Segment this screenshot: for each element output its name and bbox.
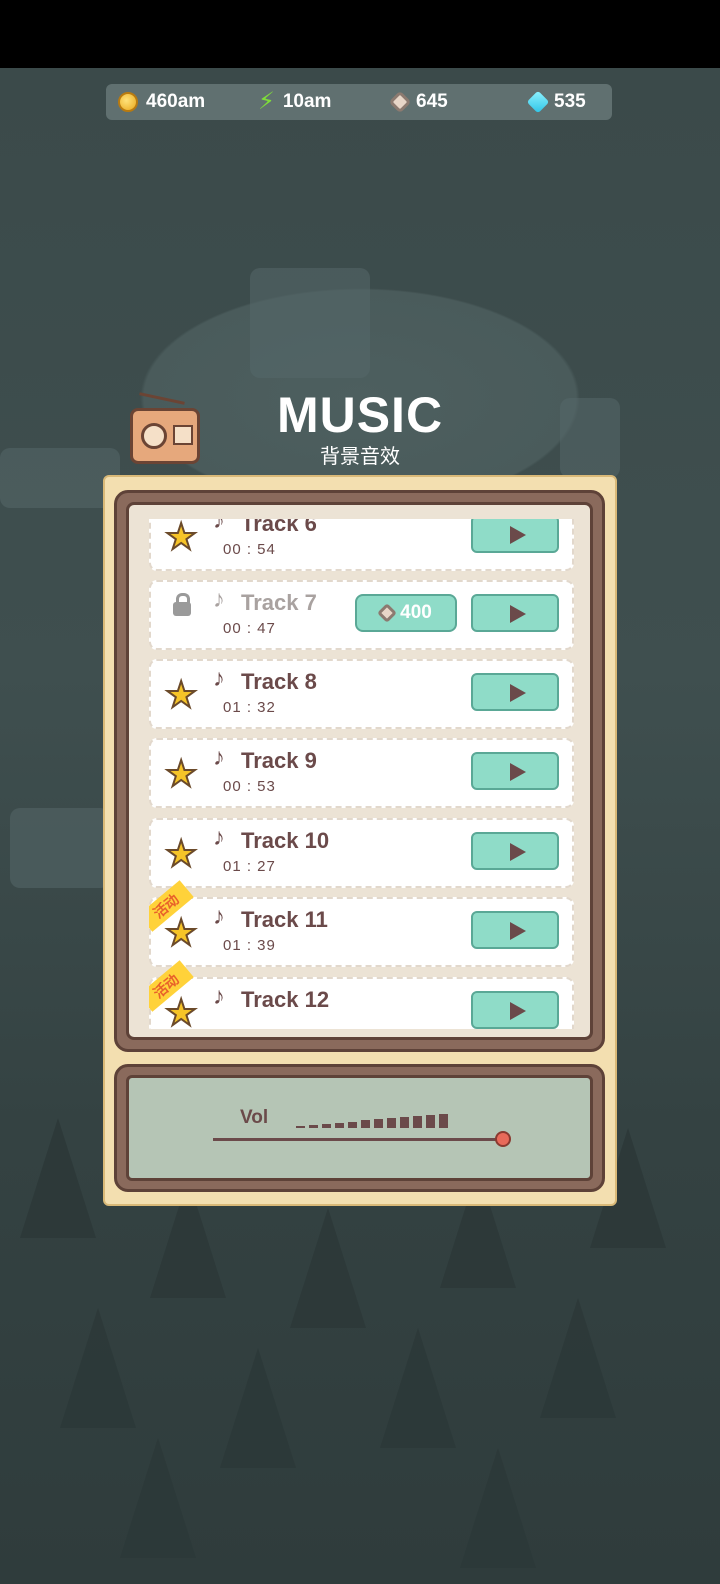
track-duration: 01 : 39 bbox=[223, 937, 276, 954]
track-name: Track 10 bbox=[241, 828, 330, 853]
coins-value: 460am bbox=[146, 91, 206, 112]
play-icon bbox=[510, 763, 526, 781]
resource-gems: 535 bbox=[526, 84, 586, 120]
volume-label: Vol bbox=[240, 1107, 269, 1128]
play-icon bbox=[510, 1002, 526, 1020]
energy-bolt-icon: ⚡ bbox=[258, 88, 275, 115]
track-row[interactable]: ★ ♪ Track 9 00 : 53 bbox=[149, 738, 574, 808]
music-note-icon: ♪ bbox=[213, 665, 225, 692]
unlock-price: 400 bbox=[400, 602, 432, 623]
track-row[interactable]: ★ 活动 ♪ Track 12 bbox=[149, 960, 574, 1030]
lock-icon bbox=[173, 593, 191, 616]
page-title: MUSIC bbox=[276, 387, 444, 443]
play-button[interactable] bbox=[471, 594, 559, 632]
music-note-icon: ♪ bbox=[213, 903, 225, 930]
play-icon bbox=[510, 605, 526, 623]
music-note-icon: ♪ bbox=[213, 586, 225, 613]
track-row[interactable]: ★ ♪ Track 10 01 : 27 bbox=[149, 818, 574, 888]
star-icon: ★ bbox=[164, 912, 198, 953]
resource-nuts: 645 bbox=[388, 84, 448, 120]
volume-slider-knob[interactable] bbox=[495, 1131, 511, 1147]
background-hut bbox=[10, 808, 110, 888]
gem-icon bbox=[526, 90, 550, 114]
track-row[interactable]: ★ ♪ Track 8 01 : 32 bbox=[149, 659, 574, 729]
star-icon: ★ bbox=[164, 753, 198, 794]
music-note-icon: ♪ bbox=[213, 744, 225, 771]
track-list[interactable]: ★ ♪ Track 6 00 : 54 ♪ Track 7 00 : 47 40… bbox=[126, 502, 593, 1040]
play-button[interactable] bbox=[471, 519, 559, 553]
volume-panel bbox=[126, 1075, 593, 1181]
resource-coins: 460am bbox=[118, 84, 205, 120]
track-row[interactable]: ♪ Track 7 00 : 47 400 bbox=[149, 580, 574, 650]
background-prop bbox=[0, 448, 120, 508]
radio-icon bbox=[130, 392, 200, 464]
background-tree bbox=[220, 1348, 296, 1468]
play-button[interactable] bbox=[471, 991, 559, 1029]
background-tree bbox=[20, 1118, 96, 1238]
energy-value: 10am bbox=[282, 91, 332, 112]
play-icon bbox=[510, 843, 526, 861]
track-row[interactable]: ★ 活动 ♪ Track 11 01 : 39 bbox=[149, 880, 574, 967]
track-name: Track 9 bbox=[241, 748, 317, 773]
background-tree bbox=[60, 1308, 136, 1428]
coin-icon bbox=[118, 92, 138, 112]
play-button[interactable] bbox=[471, 832, 559, 870]
track-duration: 01 : 27 bbox=[223, 858, 276, 875]
play-icon bbox=[510, 684, 526, 702]
play-icon bbox=[510, 922, 526, 940]
track-duration: 01 : 32 bbox=[223, 699, 276, 716]
play-button[interactable] bbox=[471, 673, 559, 711]
background-tree bbox=[290, 1208, 366, 1328]
gems-value: 535 bbox=[554, 91, 586, 112]
star-icon: ★ bbox=[164, 519, 198, 557]
track-duration: 00 : 47 bbox=[223, 620, 276, 637]
track-row[interactable]: ★ ♪ Track 6 00 : 54 bbox=[149, 519, 574, 571]
nuts-value: 645 bbox=[416, 91, 448, 112]
track-name: Track 12 bbox=[241, 987, 330, 1012]
unlock-price-button[interactable]: 400 bbox=[355, 594, 457, 632]
play-button[interactable] bbox=[471, 911, 559, 949]
play-icon bbox=[510, 526, 526, 544]
track-name: Track 6 bbox=[241, 519, 317, 536]
track-duration: 00 : 54 bbox=[223, 541, 276, 558]
track-name: Track 8 bbox=[241, 669, 317, 694]
volume-slider-track[interactable] bbox=[213, 1138, 503, 1141]
track-name: Track 7 bbox=[241, 590, 317, 615]
resource-energy: ⚡ 10am bbox=[258, 84, 331, 120]
background-claw-machine bbox=[560, 398, 620, 478]
music-note-icon: ♪ bbox=[213, 824, 225, 851]
star-icon: ★ bbox=[164, 833, 198, 874]
nut-icon bbox=[377, 603, 398, 623]
volume-level-bars bbox=[296, 1108, 448, 1128]
page-subtitle: 背景音效 bbox=[320, 446, 400, 468]
background-pot bbox=[250, 268, 370, 378]
background-tree bbox=[540, 1298, 616, 1418]
track-name: Track 11 bbox=[241, 907, 328, 932]
background-tree bbox=[120, 1438, 196, 1558]
music-note-icon: ♪ bbox=[213, 983, 225, 1010]
background-tree bbox=[460, 1448, 536, 1568]
track-duration: 00 : 53 bbox=[223, 778, 276, 795]
music-note-icon: ♪ bbox=[213, 519, 225, 534]
resource-bar: 460am ⚡ 10am 645 535 bbox=[106, 84, 612, 120]
star-icon: ★ bbox=[164, 674, 198, 715]
play-button[interactable] bbox=[471, 752, 559, 790]
star-icon: ★ bbox=[164, 992, 198, 1030]
nut-icon bbox=[388, 90, 412, 114]
background-tree bbox=[380, 1328, 456, 1448]
